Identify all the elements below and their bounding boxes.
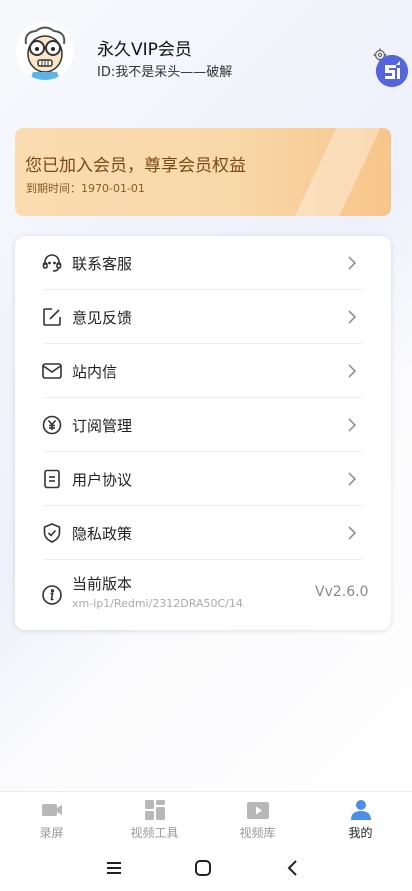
tab-video-library[interactable]: 视频库 bbox=[206, 792, 309, 850]
tab-video-tools[interactable]: 视频工具 bbox=[103, 792, 206, 850]
menu-icon[interactable] bbox=[103, 857, 125, 879]
device-info: xm-lp1/Redmi/2312DRA50C/14 bbox=[72, 597, 243, 610]
menu-item-version[interactable]: 当前版本 xm-lp1/Redmi/2312DRA50C/14 Vv2.6.0 bbox=[15, 560, 391, 630]
floating-assistant-icon[interactable] bbox=[376, 55, 408, 87]
chevron-right-icon bbox=[345, 363, 359, 379]
video-library-icon bbox=[246, 799, 270, 821]
user-id: ID:我不是呆头——破解 bbox=[97, 65, 233, 80]
profile-header: 永久VIP会员 ID:我不是呆头——破解 bbox=[0, 0, 412, 110]
home-icon[interactable] bbox=[192, 857, 214, 879]
menu-item-user-agreement[interactable]: 用户协议 bbox=[15, 452, 391, 506]
chevron-right-icon bbox=[345, 417, 359, 433]
document-icon bbox=[41, 468, 63, 490]
yen-icon bbox=[41, 414, 63, 436]
menu-item-inbox[interactable]: 站内信 bbox=[15, 344, 391, 398]
menu-item-label: 意见反馈 bbox=[72, 309, 133, 327]
vip-expire-date: 到期时间：1970-01-01 bbox=[26, 182, 145, 195]
back-icon[interactable] bbox=[282, 857, 304, 879]
chevron-right-icon bbox=[345, 471, 359, 487]
menu-item-feedback[interactable]: 意见反馈 bbox=[15, 290, 391, 344]
menu-item-subscription[interactable]: 订阅管理 bbox=[15, 398, 391, 452]
menu-item-contact-support[interactable]: 联系客服 bbox=[15, 236, 391, 290]
menu-item-label: 订阅管理 bbox=[72, 417, 133, 435]
avatar[interactable] bbox=[16, 22, 74, 80]
shield-icon bbox=[41, 522, 63, 544]
username: 永久VIP会员 bbox=[97, 40, 192, 60]
menu-item-label: 用户协议 bbox=[72, 471, 133, 489]
menu-item-label: 站内信 bbox=[72, 363, 118, 381]
vip-status-card[interactable]: 您已加入会员，尊享会员权益 到期时间：1970-01-01 bbox=[15, 128, 391, 216]
chevron-right-icon bbox=[345, 255, 359, 271]
tab-label: 视频工具 bbox=[130, 826, 179, 840]
system-nav-bar bbox=[0, 849, 412, 891]
settings-menu: 联系客服 意见反馈 站内信 订阅管理 用户协议 隐私政策 当前版本 xm-lp1… bbox=[15, 236, 391, 630]
vip-title: 您已加入会员，尊享会员权益 bbox=[25, 156, 246, 176]
version-value: Vv2.6.0 bbox=[315, 584, 369, 600]
chevron-right-icon bbox=[345, 525, 359, 541]
bottom-tab-bar: 录屏 视频工具 视频库 我的 bbox=[0, 791, 412, 850]
version-label: 当前版本 bbox=[72, 575, 133, 593]
headset-icon bbox=[41, 252, 63, 274]
edit-icon bbox=[41, 306, 63, 328]
tab-label: 录屏 bbox=[39, 826, 64, 840]
chevron-right-icon bbox=[345, 309, 359, 325]
tab-record[interactable]: 录屏 bbox=[0, 792, 103, 850]
mail-icon bbox=[41, 360, 63, 382]
info-icon bbox=[41, 584, 63, 606]
tab-label: 我的 bbox=[348, 826, 373, 840]
menu-item-label: 隐私政策 bbox=[72, 525, 133, 543]
record-icon bbox=[40, 799, 64, 821]
menu-item-label: 联系客服 bbox=[72, 255, 133, 273]
person-icon bbox=[349, 799, 373, 821]
grid-icon bbox=[143, 799, 167, 821]
settings-area[interactable] bbox=[373, 47, 408, 87]
tab-label: 视频库 bbox=[239, 826, 276, 840]
tab-mine[interactable]: 我的 bbox=[309, 792, 412, 850]
menu-item-privacy-policy[interactable]: 隐私政策 bbox=[15, 506, 391, 560]
